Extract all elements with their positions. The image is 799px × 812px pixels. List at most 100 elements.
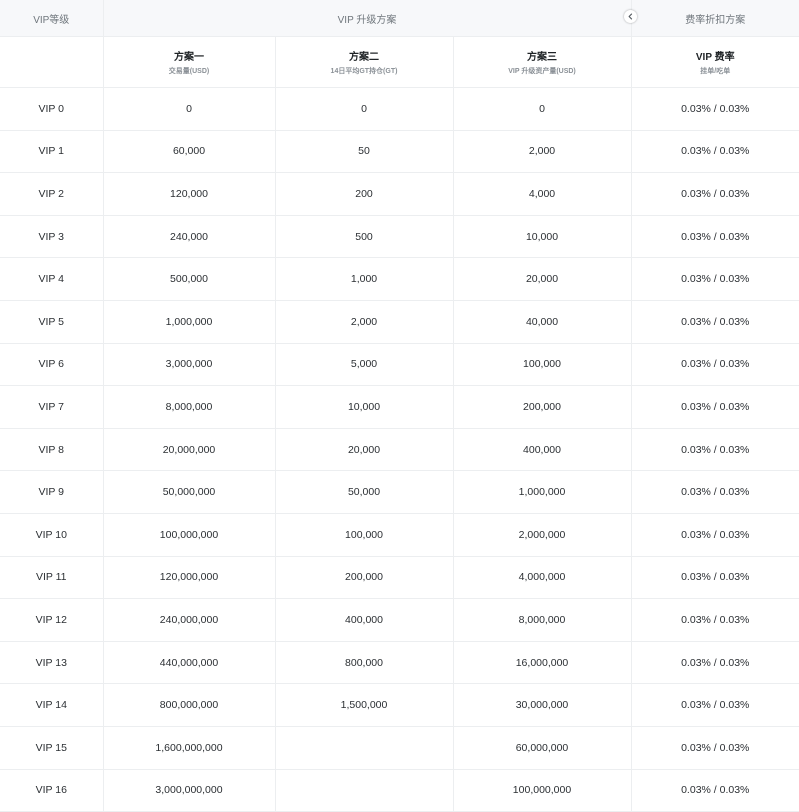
vip-table-container: VIP等级 VIP 升级方案 费率折扣方案 方案一 交易量(USD) 方案二 1… [0, 0, 799, 812]
vip-fee-table: VIP等级 VIP 升级方案 费率折扣方案 方案一 交易量(USD) 方案二 1… [0, 0, 799, 812]
plan-2-value: 0 [274, 87, 454, 131]
vip-level-cell: VIP 13 [0, 640, 104, 685]
plan-2-value [274, 768, 454, 812]
table-row: VIP 13 440,000,000 800,000 16,000,000 0.03% … [0, 640, 799, 685]
plan-3-value: 2,000 [452, 129, 632, 174]
plan-3-value: 40,000 [452, 299, 632, 344]
vip-fee-cell: 0.03% / 0.03% [630, 257, 799, 301]
plan-1-value: 3,000,000 [102, 342, 276, 387]
vip-level-cell: VIP 1 [0, 129, 104, 174]
vip-level-cell: VIP 12 [0, 598, 104, 642]
vip-fee-cell: 0.03% / 0.03% [630, 87, 799, 131]
plan-3-value: 2,000,000 [452, 512, 632, 557]
vip-fee-cell: 0.03% / 0.03% [630, 385, 799, 429]
table-row: VIP 3 240,000 500 10,000 0.03% / 0.03% [0, 214, 799, 259]
table-row: VIP 14 800,000,000 1,500,000 30,000,000 0.03… [0, 683, 799, 727]
plan-3-value: 20,000 [452, 257, 632, 301]
plan-1-value: 0 [102, 87, 276, 131]
table-row: VIP 4 500,000 1,000 20,000 0.03% / 0.03% [0, 257, 799, 301]
table-row: VIP 11 120,000,000 200,000 4,000,000 0.03% /… [0, 555, 799, 600]
plan-2-value: 10,000 [274, 385, 454, 429]
plan-1-subtitle: 交易量(USD) [168, 68, 210, 75]
plan-3-value: 100,000 [452, 342, 632, 387]
plan-3-value: 200,000 [452, 385, 632, 429]
chevron-left-glyph [628, 13, 633, 20]
plan-2-value: 50 [274, 129, 454, 174]
plan-3-value: 1,000,000 [452, 470, 632, 514]
table-row: VIP 0 0 0 0 0.03% / 0.03% [0, 87, 799, 131]
vip-level-cell: VIP 7 [0, 385, 104, 429]
table-row: VIP 15 1,600,000,000 60,000,000 0.03% / 0.0… [0, 725, 799, 770]
vip-fee-cell: 0.03% / 0.03% [630, 768, 799, 812]
vip-fee-cell: 0.03% / 0.03% [630, 555, 799, 600]
plan-2-header: 方案二 14日平均GT持仓(GT) [274, 36, 454, 88]
plan-1-title: 方案一 [174, 52, 204, 63]
vip-level-cell: VIP 5 [0, 299, 104, 344]
plan-2-value: 200 [274, 172, 454, 216]
plan-1-value: 500,000 [102, 257, 276, 301]
vip-level-cell: VIP 3 [0, 214, 104, 259]
plan-2-value: 20,000 [274, 427, 454, 472]
plan-1-value: 240,000 [102, 214, 276, 259]
table-row: VIP 16 3,000,000,000 100,000,000 0.03% / 0.… [0, 768, 799, 812]
plan-2-value: 200,000 [274, 555, 454, 600]
table-row: VIP 10 100,000,000 100,000 2,000,000 0.03% /… [0, 512, 799, 557]
plan-3-value: 16,000,000 [452, 640, 632, 685]
vip-level-header: VIP等级 [0, 0, 104, 37]
plan-2-value: 800,000 [274, 640, 454, 685]
vip-level-cell: VIP 8 [0, 427, 104, 472]
vip-fee-header: VIP 费率 挂单/吃单 [630, 36, 799, 88]
plan-3-value: 8,000,000 [452, 598, 632, 642]
plan-3-value: 10,000 [452, 214, 632, 259]
plan-2-subtitle: 14日平均GT持仓(GT) [330, 68, 398, 75]
plan-3-value: 60,000,000 [452, 725, 632, 770]
plan-3-value: 100,000,000 [452, 768, 632, 812]
plan-1-value: 60,000 [102, 129, 276, 174]
vip-level-cell: VIP 0 [0, 87, 104, 131]
vip-fee-cell: 0.03% / 0.03% [630, 299, 799, 344]
vip-level-cell: VIP 15 [0, 725, 104, 770]
vip-level-cell: VIP 9 [0, 470, 104, 514]
vip-fee-cell: 0.03% / 0.03% [630, 640, 799, 685]
plan-2-value: 1,500,000 [274, 683, 454, 727]
table-row: VIP 1 60,000 50 2,000 0.03% / 0.03% [0, 129, 799, 174]
plan-1-value: 240,000,000 [102, 598, 276, 642]
plan-3-value: 400,000 [452, 427, 632, 472]
vip-fee-cell: 0.03% / 0.03% [630, 512, 799, 557]
vip-fee-cell: 0.03% / 0.03% [630, 342, 799, 387]
plan-1-value: 50,000,000 [102, 470, 276, 514]
table-row: VIP 2 120,000 200 4,000 0.03% / 0.03% [0, 172, 799, 216]
plan-1-value: 20,000,000 [102, 427, 276, 472]
vip-level-cell: VIP 11 [0, 555, 104, 600]
vip-level-cell: VIP 16 [0, 768, 104, 812]
plan-1-value: 440,000,000 [102, 640, 276, 685]
vip-fee-cell: 0.03% / 0.03% [630, 725, 799, 770]
plan-2-value: 1,000 [274, 257, 454, 301]
table-row: VIP 6 3,000,000 5,000 100,000 0.03% / 0.03% [0, 342, 799, 387]
plan-1-value: 800,000,000 [102, 683, 276, 727]
plan-1-value: 3,000,000,000 [102, 768, 276, 812]
plan-3-title: 方案三 [527, 52, 557, 63]
plan-2-value: 5,000 [274, 342, 454, 387]
vip-fee-cell: 0.03% / 0.03% [630, 172, 799, 216]
plan-2-value: 500 [274, 214, 454, 259]
vip-fee-cell: 0.03% / 0.03% [630, 683, 799, 727]
plan-2-value: 400,000 [274, 598, 454, 642]
fee-discount-header: 费率折扣方案 [630, 0, 799, 37]
plan-1-header: 方案一 交易量(USD) [102, 36, 276, 88]
plan-3-value: 4,000,000 [452, 555, 632, 600]
table-row: VIP 8 20,000,000 20,000 400,000 0.03% / 0.03… [0, 427, 799, 472]
vip-fee-cell: 0.03% / 0.03% [630, 470, 799, 514]
vip-level-cell: VIP 2 [0, 172, 104, 216]
vip-fee-cell: 0.03% / 0.03% [630, 427, 799, 472]
plan-1-value: 8,000,000 [102, 385, 276, 429]
vip-level-cell: VIP 6 [0, 342, 104, 387]
table-row: VIP 9 50,000,000 50,000 1,000,000 0.03% / 0.… [0, 470, 799, 514]
plan-1-value: 1,600,000,000 [102, 725, 276, 770]
plan-3-value: 0 [452, 87, 632, 131]
plan-3-value: 30,000,000 [452, 683, 632, 727]
plan-2-title: 方案二 [349, 52, 379, 63]
plan-3-header: 方案三 VIP 升级资产量(USD) [452, 36, 632, 88]
plan-3-subtitle: VIP 升级资产量(USD) [508, 68, 576, 75]
chevron-left-icon[interactable] [624, 10, 637, 23]
